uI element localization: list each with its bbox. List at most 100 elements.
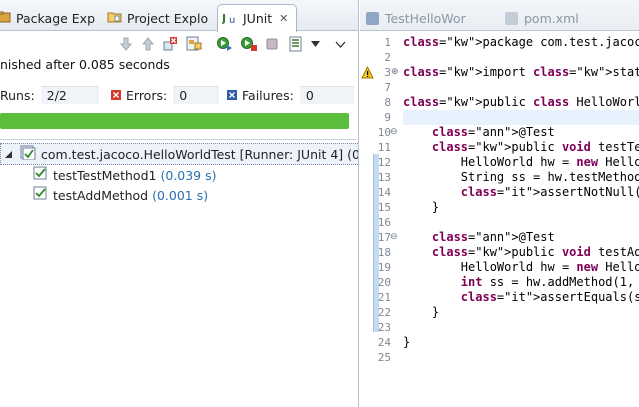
code-line[interactable]: 7 [360,80,639,95]
code-line[interactable]: 15 } [360,200,639,215]
line-number: 17 [377,231,391,244]
code-text[interactable]: int ss = hw.addMethod(1, 1 [403,275,639,290]
code-line[interactable]: 14 class="it">assertNotNull(ss); [360,185,639,200]
editor-tab-testhelloworld[interactable]: TestHelloWor [366,6,484,31]
collapse-fold-icon[interactable]: ⊖ [390,230,398,245]
editor-tab-label: TestHelloWor [385,11,466,26]
tab-package-explorer[interactable]: Package Exp [0,6,101,31]
code-text[interactable]: class="kw">import class="kw">static org.… [403,65,639,80]
test-tree-item[interactable]: testAddMethod (0.001 s) [33,185,208,205]
show-failures-only-icon[interactable] [161,34,179,54]
line-number: 22 [377,306,391,319]
code-line[interactable]: 18 class="kw">public void testAddMethod(… [360,245,639,260]
test-counters: Runs: 2/2 Errors: 0 Failures: 0 [0,86,356,104]
code-line[interactable]: 11 class="kw">public void testTestMethod… [360,140,639,155]
code-text[interactable]: class="it">assertNotNull(ss); [403,185,639,200]
test-name: testTestMethod1 [53,167,157,183]
code-text[interactable]: } [403,200,439,215]
project-explorer-icon [107,10,122,27]
svg-text:J: J [222,12,226,25]
code-text[interactable]: } [403,335,410,350]
test-duration: (0.039 s) [160,167,217,183]
line-number: 15 [377,201,391,214]
rerun-failed-first-icon[interactable] [240,34,258,54]
line-number: 14 [377,186,391,199]
code-text[interactable]: class="ann">@Test [403,125,555,140]
collapse-fold-icon[interactable]: ⊖ [390,125,398,140]
package-explorer-icon [0,10,11,27]
editor-tab-pom-xml[interactable]: pom.xml [505,6,585,31]
code-line[interactable]: ⊕3 class="kw">import class="kw">static or… [360,65,639,80]
code-text[interactable]: class="kw">public void testTestMethod1() [403,140,639,155]
line-number: 3 [384,66,391,79]
line-number: 24 [377,336,391,349]
code-line[interactable]: 12 HelloWorld hw = new HelloW [360,155,639,170]
code-text[interactable]: } [403,305,439,320]
failure-icon [227,88,237,103]
test-tree-item[interactable]: testTestMethod1 (0.039 s) [33,165,217,185]
code-text[interactable]: HelloWorld hw = new HelloW [403,155,639,170]
editor-tab-bar: TestHelloWor pom.xml [360,0,639,31]
stop-icon[interactable] [263,34,281,54]
code-line[interactable]: 8 class="kw">public class HelloWorldTest … [360,95,639,110]
view-tab-bar: Package Exp Project Explo Ju JUnit ✕ [0,0,358,32]
code-line[interactable]: 24} [360,335,639,350]
code-line[interactable]: 21 class="it">assertEquals(ss, 2); [360,290,639,305]
next-failure-icon[interactable] [117,34,135,54]
xml-file-icon [505,12,518,25]
code-text[interactable]: class="kw">public void testAddMethod() { [403,245,639,260]
test-run-history-icon[interactable] [287,34,305,54]
test-suite-passed-icon [20,145,36,163]
code-line[interactable]: 23 [360,320,639,335]
code-line[interactable]: 22 } [360,305,639,320]
errors-counter: Errors: 0 [111,86,219,104]
editor-tab-label: pom.xml [524,11,579,26]
line-number: 18 [377,246,391,259]
test-name: testAddMethod [53,187,149,203]
code-line[interactable]: 19 HelloWorld hw = new HelloW [360,260,639,275]
junit-view-panel: Package Exp Project Explo Ju JUnit ✕ nis… [0,0,359,407]
line-number: 13 [377,171,391,184]
code-text[interactable]: HelloWorld hw = new HelloW [403,260,639,275]
close-icon[interactable]: ✕ [279,12,288,25]
code-line[interactable]: ⊖ 17 class="ann">@Test [360,230,639,245]
code-line[interactable]: 1 class="kw">package com.test.jacoco; [360,35,639,50]
code-line[interactable]: 2 [360,50,639,65]
tab-project-explorer[interactable]: Project Explo [107,6,215,31]
rerun-test-icon[interactable] [216,34,234,54]
code-text[interactable]: class="kw">public class HelloWorldTest { [403,95,639,110]
line-number: 1 [384,36,391,49]
code-line[interactable]: 20 int ss = hw.addMethod(1, 1 [360,275,639,290]
code-line[interactable]: 16 [360,215,639,230]
line-number: 25 [377,351,391,364]
code-area[interactable]: 1 class="kw">package com.test.jacoco; 2 ⊕ 3 c… [360,31,639,407]
line-number: 9 [384,111,391,124]
errors-label: Errors: [126,87,168,103]
line-number: 8 [384,96,391,109]
code-line[interactable]: 9 [360,110,639,125]
code-line[interactable]: 25 [360,350,639,365]
previous-failure-icon[interactable] [139,34,157,54]
code-text[interactable]: class="it">assertEquals(ss, 2); [403,290,639,305]
code-text[interactable]: String ss = hw.testMethod1 [403,170,639,185]
runs-counter: Runs: 2/2 [0,86,100,104]
java-editor-panel: TestHelloWor pom.xml 1 class="kw">package… [360,0,639,407]
errors-value: 0 [173,86,219,104]
line-number: 21 [377,291,391,304]
expand-triangle-icon[interactable] [4,147,13,162]
expand-fold-icon[interactable]: ⊕ [391,65,399,80]
suite-tree-item[interactable]: com.test.jacoco.HelloWorldTest [Runner: … [0,143,358,165]
code-text[interactable]: class="kw">package com.test.jacoco; [403,35,639,50]
error-icon [111,88,121,103]
code-line[interactable]: ⊖ 10 class="ann">@Test [360,125,639,140]
view-menu-chevron-icon[interactable] [331,34,349,54]
history-dropdown-chevron-icon[interactable] [306,34,324,54]
code-text[interactable]: class="ann">@Test [403,230,555,245]
test-duration: (0.001 s) [152,187,209,203]
tab-label: Project Explo [127,11,209,26]
tab-junit[interactable]: Ju JUnit ✕ [217,4,297,32]
scroll-lock-icon[interactable] [185,34,203,54]
test-progress-bar [0,113,349,129]
suite-label: com.test.jacoco.HelloWorldTest [Runner: … [41,146,359,162]
code-line[interactable]: 13 String ss = hw.testMethod1 [360,170,639,185]
